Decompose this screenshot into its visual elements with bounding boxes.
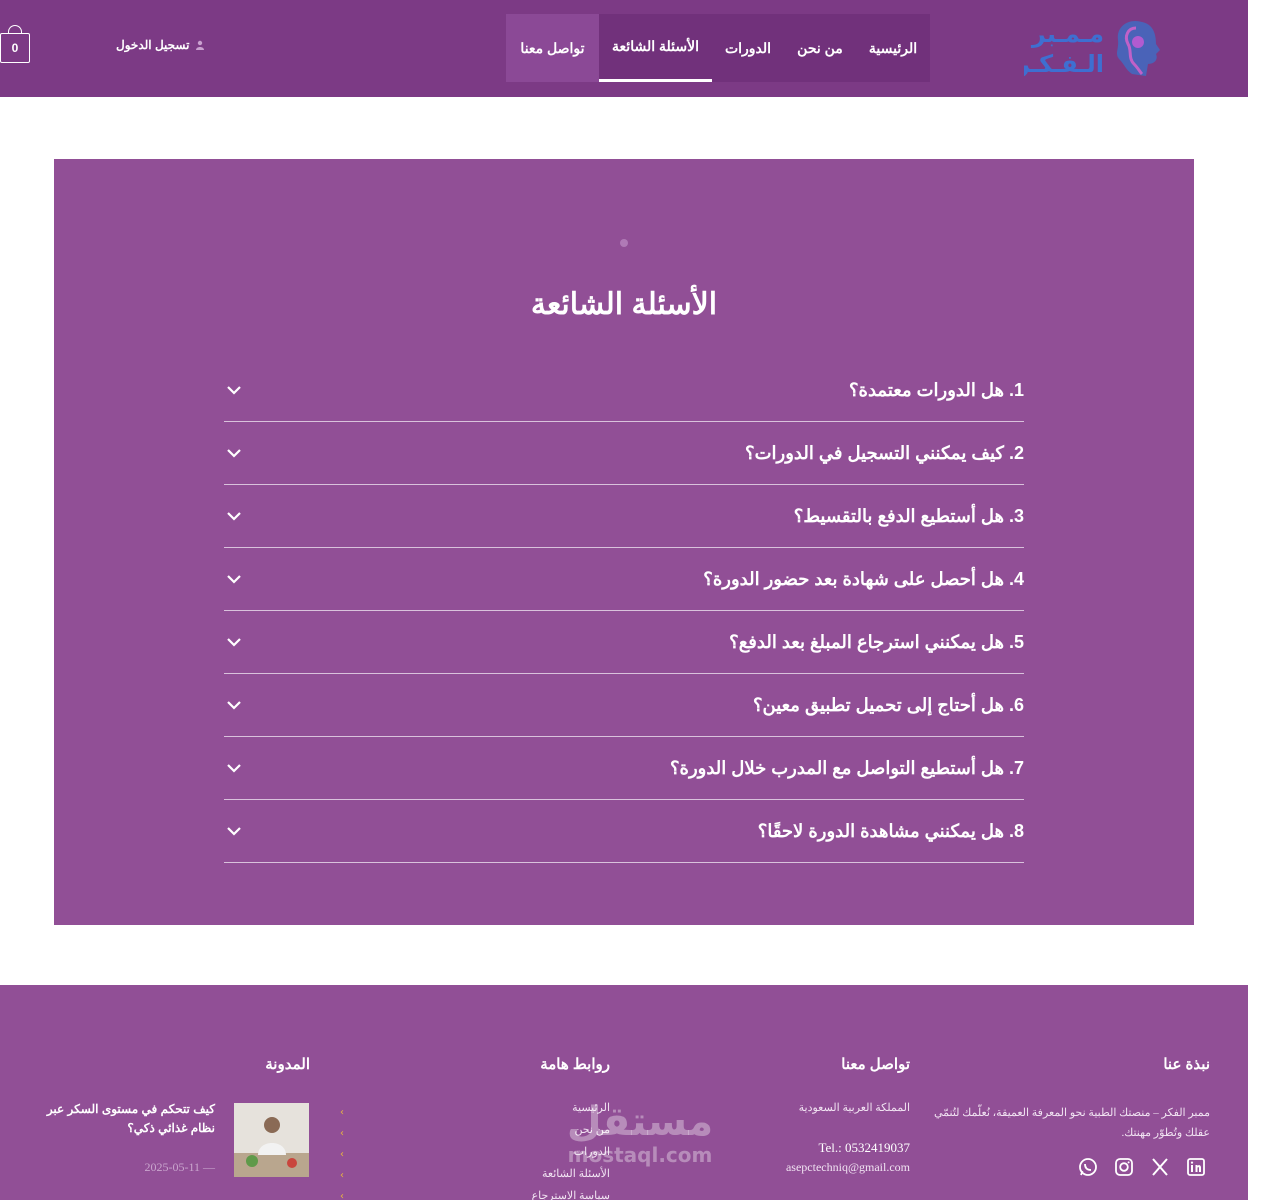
faq-question: 2. كيف يمكنني التسجيل في الدورات؟ [745,442,1024,463]
chevron-down-icon[interactable] [226,445,242,461]
nav-faq[interactable]: الأسئلة الشائعة [599,14,712,82]
whatsapp-icon[interactable] [1078,1157,1098,1177]
faq-item[interactable]: 7. هل أستطيع التواصل مع المدرب خلال الدو… [224,737,1024,800]
instagram-icon[interactable] [1114,1157,1134,1177]
x-icon[interactable] [1150,1157,1170,1177]
nav-contact[interactable]: تواصل معنا [506,14,599,82]
faq-question: 3. هل أستطيع الدفع بالتقسيط؟ [793,505,1024,526]
login-label: تسجيل الدخول [116,38,190,52]
faq-item[interactable]: 2. كيف يمكنني التسجيل في الدورات؟ [224,422,1024,485]
footer-links-title: روابط هامة [540,1056,610,1073]
faq-item[interactable]: 3. هل أستطيع الدفع بالتقسيط؟ [224,485,1024,548]
site-footer: نبذة عنا ممبر الفكر – منصتك الطبية نحو ا… [0,985,1248,1200]
svg-text:مـمـبر: مـمـبر [1031,20,1104,48]
faq-list: 1. هل الدورات معتمدة؟ 2. كيف يمكنني التس… [224,359,1024,863]
faq-question: 1. هل الدورات معتمدة؟ [848,379,1024,400]
chevron-down-icon[interactable] [226,634,242,650]
faq-question: 7. هل أستطيع التواصل مع المدرب خلال الدو… [669,757,1024,778]
chevron-left-icon: ‹ [340,1149,344,1160]
faq-item[interactable]: 6. هل أحتاج إلى تحميل تطبيق معين؟ [224,674,1024,737]
watermark-line-1: مستقل [566,1099,714,1145]
svg-text:الـفـكـر: الـفـكـر [1024,50,1104,78]
site-header: مـمـبر الـفـكـر تواصل معنا الأسئلة الشائ… [0,0,1248,97]
decorative-dot [620,239,628,247]
footer-about-text-2: عقلك وتُطوّر مهنتك. [1121,1127,1210,1139]
chevron-down-icon[interactable] [226,823,242,839]
nav-home[interactable]: الرئيسية [856,14,930,82]
nav-about[interactable]: من نحن [784,14,856,82]
cart-button[interactable]: 0 [0,33,30,63]
blog-post-thumbnail[interactable] [234,1103,309,1177]
watermark-line-2: mostaql.com [567,1143,713,1167]
chevron-down-icon[interactable] [226,760,242,776]
chevron-left-icon: ‹ [340,1170,344,1181]
chevron-down-icon[interactable] [226,697,242,713]
faq-item[interactable]: 4. هل أحصل على شهادة بعد حضور الدورة؟ [224,548,1024,611]
faq-item[interactable]: 5. هل يمكنني استرجاع المبلغ بعد الدفع؟ [224,611,1024,674]
footer-link[interactable]: الأسئلة الشائعة [520,1167,610,1189]
chevron-down-icon[interactable] [226,508,242,524]
blog-post-date: 2025-05-11 — [144,1160,215,1174]
social-links [1078,1157,1206,1177]
footer-tel[interactable]: Tel.: 0532419037 [730,1138,910,1158]
faq-question: 8. هل يمكنني مشاهدة الدورة لاحقًا؟ [757,820,1024,841]
faq-item[interactable]: 1. هل الدورات معتمدة؟ [224,359,1024,422]
footer-about-text-1: ممبر الفكر – منصتك الطبية نحو المعرفة ال… [933,1107,1210,1119]
footer-blog-title: المدونة [265,1056,310,1073]
chevron-left-icon: ‹ [340,1191,344,1200]
faq-question: 5. هل يمكنني استرجاع المبلغ بعد الدفع؟ [729,631,1024,652]
nav-courses[interactable]: الدورات [712,14,784,82]
footer-country: المملكة العربية السعودية [798,1102,910,1114]
chevron-down-icon[interactable] [226,382,242,398]
main-nav: تواصل معنا الأسئلة الشائعة الدورات من نح… [506,14,930,82]
footer-arrows: ‹ ‹ ‹ ‹ ‹ [340,1107,352,1200]
user-icon [196,40,205,50]
logo[interactable]: مـمـبر الـفـكـر [1024,14,1164,80]
cart-count: 0 [11,41,19,55]
faq-question: 6. هل أحتاج إلى تحميل تطبيق معين؟ [752,694,1024,715]
footer-email[interactable]: asepctechniq@gmail.com [730,1157,910,1177]
chevron-down-icon[interactable] [226,571,242,587]
chevron-left-icon: ‹ [340,1128,344,1139]
chevron-left-icon: ‹ [340,1107,344,1118]
blog-post-title[interactable]: كيف تتحكم في مستوى السكر عبر نظام غذائي … [30,1100,215,1138]
footer-about-title: نبذة عنا [1163,1056,1210,1073]
faq-title: الأسئلة الشائعة [530,288,718,321]
faq-question: 4. هل أحصل على شهادة بعد حضور الدورة؟ [703,568,1024,589]
footer-contact-title: تواصل معنا [841,1056,910,1073]
footer-link[interactable]: سياسة الاسترجاع [520,1189,610,1200]
linkedin-icon[interactable] [1186,1157,1206,1177]
faq-item[interactable]: 8. هل يمكنني مشاهدة الدورة لاحقًا؟ [224,800,1024,863]
watermark: مستقل mostaql.com [560,1100,720,1166]
login-link[interactable]: تسجيل الدخول [116,38,205,52]
faq-section: الأسئلة الشائعة 1. هل الدورات معتمدة؟ 2.… [54,159,1194,925]
